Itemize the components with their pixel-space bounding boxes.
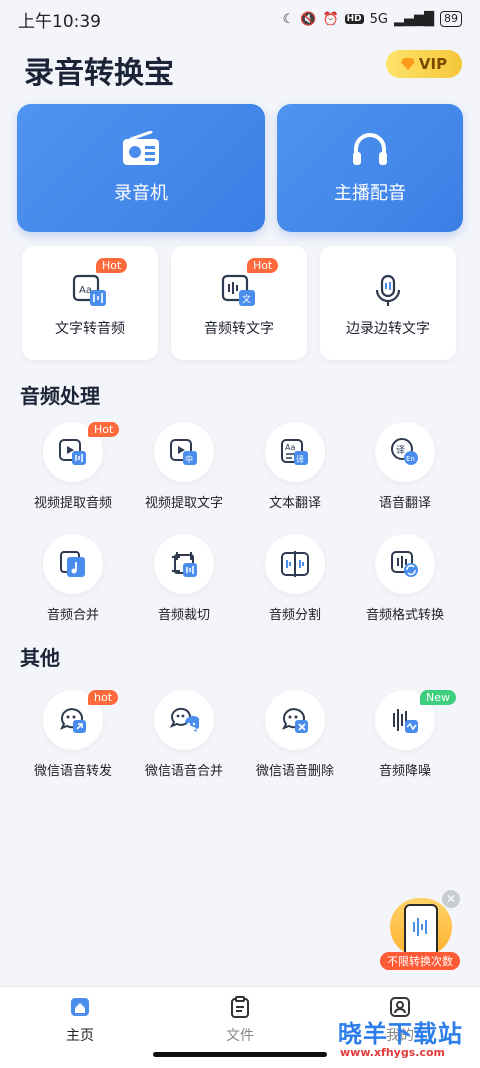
home-icon xyxy=(71,998,89,1016)
tool-label: 微信语音合并 xyxy=(144,764,223,779)
phone-icon xyxy=(404,904,438,958)
status-bar: 上午10:39 ☾ 🔇 ⏰ HD 5G ▂▄▆█ 89 xyxy=(0,0,480,38)
hot-badge: Hot xyxy=(247,258,279,273)
tool-label: 微信语音转发 xyxy=(33,764,112,779)
recorder-card[interactable]: 录音机 xyxy=(17,104,265,232)
app-title: 录音转换宝 xyxy=(24,56,174,91)
audio-to-text-label: 音频转文字 xyxy=(204,321,274,337)
tool-icon-wrap xyxy=(265,690,325,750)
new-badge: New xyxy=(420,690,456,705)
tool-video-extract-audio[interactable]: Hot 视频提取音频 xyxy=(18,422,128,511)
hot-badge: Hot xyxy=(96,258,128,273)
tab-home[interactable]: 主页 xyxy=(40,995,120,1045)
voiceover-card[interactable]: 主播配音 xyxy=(277,104,463,232)
text-translate-icon: Aa 译 xyxy=(281,439,308,465)
tool-text-translate[interactable]: Aa 译 文本翻译 xyxy=(240,422,350,511)
moon-icon: ☾ xyxy=(282,11,295,27)
watermark-url: www.xfhygs.com xyxy=(340,1046,445,1059)
recorder-label: 录音机 xyxy=(114,183,168,204)
tool-wechat-merge[interactable]: 微信语音合并 xyxy=(129,690,239,779)
tool-label: 视频提取音频 xyxy=(33,496,112,511)
svg-text:中: 中 xyxy=(185,454,193,464)
svg-text:Aa: Aa xyxy=(285,443,295,452)
hd-icon: HD xyxy=(344,14,364,24)
tab-label: 文件 xyxy=(226,1028,254,1044)
microphone-icon xyxy=(375,274,401,306)
text-to-audio-card[interactable]: Hot Aa 文字转音频 xyxy=(22,246,158,360)
vip-button[interactable]: VIP xyxy=(386,50,462,78)
tab-files[interactable]: 文件 xyxy=(200,995,280,1045)
tool-label: 音频格式转换 xyxy=(365,608,444,623)
voice-translate-icon: 译 En xyxy=(391,438,418,465)
voiceover-label: 主播配音 xyxy=(334,183,406,204)
video-text-icon: 中 xyxy=(170,439,197,465)
tool-wechat-delete[interactable]: 微信语音删除 xyxy=(240,690,350,779)
diamond-icon xyxy=(400,58,415,70)
watermark-text: 晓羊下载站 xyxy=(338,1020,463,1048)
tool-icon-wrap: Aa 译 xyxy=(265,422,325,482)
close-icon[interactable]: ✕ xyxy=(442,890,460,908)
tool-wechat-forward[interactable]: hot 微信语音转发 xyxy=(18,690,128,779)
hot-badge: Hot xyxy=(88,422,120,437)
live-transcribe-card[interactable]: 边录边转文字 xyxy=(320,246,456,360)
radio-icon xyxy=(123,131,159,165)
alarm-icon: ⏰ xyxy=(322,11,339,27)
vip-label: VIP xyxy=(418,55,448,73)
tool-label: 音频合并 xyxy=(46,608,99,623)
audio-cut-icon xyxy=(172,552,197,577)
tool-label: 微信语音删除 xyxy=(255,764,334,779)
tool-audio-cut[interactable]: 音频裁切 xyxy=(129,534,239,623)
battery-indicator: 89 xyxy=(440,11,462,27)
svg-text:译: 译 xyxy=(396,445,405,456)
tool-noise-reduction[interactable]: New 音频降噪 xyxy=(350,690,460,779)
wechat-forward-icon xyxy=(59,708,86,733)
text-to-audio-icon: Aa xyxy=(72,274,106,306)
tool-icon-wrap xyxy=(375,534,435,594)
audio-merge-icon xyxy=(60,551,85,577)
tab-label: 主页 xyxy=(66,1028,94,1044)
text-to-audio-label: 文字转音频 xyxy=(55,321,125,337)
audio-to-text-card[interactable]: Hot 文 音频转文字 xyxy=(171,246,307,360)
tool-label: 视频提取文字 xyxy=(144,496,223,511)
wechat-merge-icon xyxy=(169,707,199,732)
hot-badge: hot xyxy=(88,690,119,705)
tool-icon-wrap xyxy=(43,534,103,594)
video-audio-icon xyxy=(59,439,86,465)
tool-label: 音频裁切 xyxy=(157,608,210,623)
status-time: 上午10:39 xyxy=(18,11,101,32)
tool-audio-merge[interactable]: 音频合并 xyxy=(18,534,128,623)
tool-icon-wrap: 译 En xyxy=(375,422,435,482)
tool-icon-wrap xyxy=(154,534,214,594)
live-transcribe-label: 边录边转文字 xyxy=(346,321,430,337)
tool-label: 音频降噪 xyxy=(378,764,431,779)
tool-label: 语音翻译 xyxy=(378,496,431,511)
wechat-delete-icon xyxy=(281,708,308,733)
headphones-icon xyxy=(353,133,387,165)
tool-icon-wrap: 中 xyxy=(154,422,214,482)
tool-label: 文本翻译 xyxy=(268,496,321,511)
tool-voice-translate[interactable]: 译 En 语音翻译 xyxy=(350,422,460,511)
audio-convert-icon xyxy=(391,551,418,577)
signal-icon: ▂▄▆█ xyxy=(394,11,434,27)
svg-text:文: 文 xyxy=(242,293,251,305)
section-title-audio: 音频处理 xyxy=(20,384,100,408)
tool-audio-split[interactable]: 音频分割 xyxy=(240,534,350,623)
tool-video-extract-text[interactable]: 中 视频提取文字 xyxy=(129,422,239,511)
floating-promo[interactable]: 不限转换次数 ✕ xyxy=(380,890,460,972)
promo-label: 不限转换次数 xyxy=(380,952,460,970)
audio-split-icon xyxy=(281,551,309,577)
home-indicator xyxy=(153,1052,327,1057)
tool-icon-wrap xyxy=(154,690,214,750)
section-title-other: 其他 xyxy=(20,646,60,670)
noise-reduction-icon xyxy=(393,709,418,733)
network-label: 5G xyxy=(369,11,388,27)
svg-text:En: En xyxy=(406,455,415,463)
tool-label: 音频分割 xyxy=(268,608,321,623)
clipboard-icon xyxy=(231,996,249,1018)
tool-icon-wrap xyxy=(265,534,325,594)
audio-to-text-icon: 文 xyxy=(221,274,255,306)
mute-icon: 🔇 xyxy=(300,11,317,27)
tool-audio-convert[interactable]: 音频格式转换 xyxy=(350,534,460,623)
svg-text:译: 译 xyxy=(296,455,304,464)
